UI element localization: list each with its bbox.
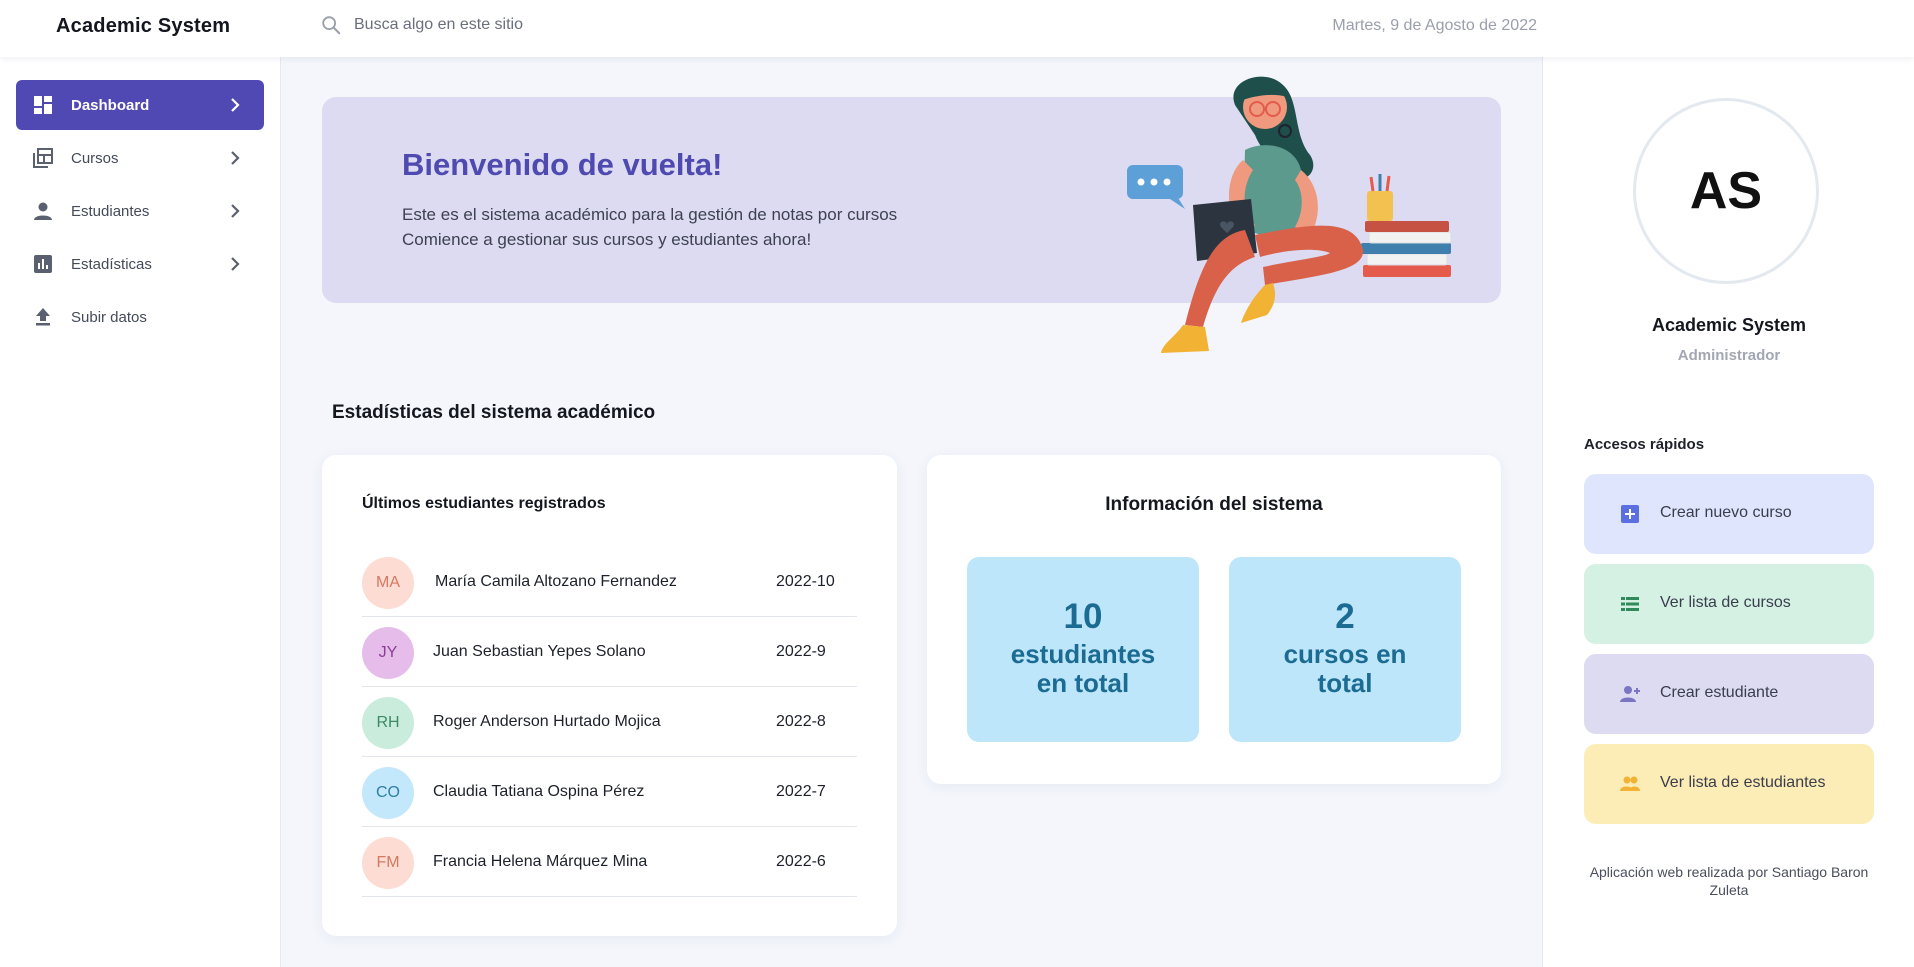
table-row[interactable]: JY Juan Sebastian Yepes Solano 2022-9 [362, 617, 857, 687]
welcome-title: Bienvenido de vuelta! [402, 147, 723, 182]
quick-access-label: Ver lista de estudiantes [1660, 774, 1826, 791]
quick-access-label: Crear nuevo curso [1660, 504, 1792, 521]
sidebar-item-estadisticas[interactable]: Estadísticas [16, 239, 264, 289]
group-icon [1620, 776, 1640, 791]
create-course-button[interactable]: Crear nuevo curso [1584, 474, 1874, 554]
bar-chart-icon [34, 255, 52, 273]
quick-access-title: Accesos rápidos [1584, 436, 1705, 453]
footer-credit: Aplicación web realizada por Santiago Ba… [1589, 864, 1869, 898]
sidebar-item-label: Dashboard [71, 96, 150, 114]
app-brand[interactable]: Academic System [56, 15, 230, 38]
current-date: Martes, 9 de Agosto de 2022 [1332, 17, 1537, 34]
sidebar-item-label: Cursos [71, 149, 119, 167]
student-period: 2022-7 [776, 783, 826, 800]
welcome-line-2: Comience a gestionar sus cursos y estudi… [402, 230, 812, 249]
sidebar-item-cursos[interactable]: Cursos [16, 133, 264, 183]
student-illustration [1127, 76, 1452, 353]
student-period: 2022-6 [776, 853, 826, 870]
avatar[interactable]: AS [1633, 98, 1819, 284]
student-name: Juan Sebastian Yepes Solano [433, 643, 646, 660]
table-row[interactable]: CO Claudia Tatiana Ospina Pérez 2022-7 [362, 757, 857, 827]
chevron-right-icon [231, 98, 240, 112]
search-bar[interactable]: Busca algo en este sitio [320, 14, 523, 36]
profile-role: Administrador [1677, 347, 1781, 364]
system-info-title: Información del sistema [1105, 494, 1323, 515]
welcome-text: Este es el sistema académico para la ges… [402, 202, 897, 252]
sidebar-item-label: Subir datos [71, 308, 147, 326]
add-person-icon [1620, 686, 1640, 702]
avatar: JY [362, 627, 414, 679]
upload-icon [36, 308, 50, 326]
chevron-right-icon [231, 257, 240, 271]
courses-label-line-1: cursos en [1283, 639, 1407, 669]
student-name: Claudia Tatiana Ospina Pérez [433, 783, 645, 800]
person-icon [34, 202, 52, 220]
quick-access-label: Crear estudiante [1660, 684, 1779, 701]
chevron-right-icon [231, 151, 240, 165]
student-period: 2022-9 [776, 643, 826, 660]
courses-icon [33, 148, 53, 168]
courses-label: cursos en total [1229, 640, 1461, 698]
sidebar-item-label: Estudiantes [71, 202, 150, 220]
search-icon [322, 16, 341, 35]
student-name: Roger Anderson Hurtado Mojica [433, 713, 661, 730]
students-label-line-1: estudiantes [1010, 639, 1156, 669]
dashboard-icon [34, 96, 52, 114]
sidebar-item-subir-datos[interactable]: Subir datos [16, 292, 264, 342]
student-period: 2022-8 [776, 713, 826, 730]
sidebar: Dashboard Cursos Estudiantes Estadística… [0, 57, 281, 967]
add-box-icon [1621, 505, 1639, 523]
sidebar-item-dashboard[interactable]: Dashboard [16, 80, 264, 130]
courses-count: 2 [1335, 597, 1355, 636]
students-label: estudiantes en total [967, 640, 1199, 698]
stats-section-title: Estadísticas del sistema académico [332, 402, 656, 423]
courses-total-box: 2 cursos en total [1229, 557, 1461, 742]
profile-name: Academic System [1651, 315, 1807, 335]
sidebar-item-estudiantes[interactable]: Estudiantes [16, 186, 264, 236]
system-info-card: Información del sistema 10 estudiantes e… [927, 455, 1501, 784]
students-total-box: 10 estudiantes en total [967, 557, 1199, 742]
student-list-button[interactable]: Ver lista de estudiantes [1584, 744, 1874, 824]
student-name: María Camila Altozano Fernandez [435, 573, 677, 590]
student-period: 2022-10 [776, 573, 835, 590]
avatar: RH [362, 697, 414, 749]
welcome-line-1: Este es el sistema académico para la ges… [402, 205, 898, 224]
course-list-button[interactable]: Ver lista de cursos [1584, 564, 1874, 644]
search-input[interactable]: Busca algo en este sitio [354, 16, 523, 34]
avatar: CO [362, 767, 414, 819]
chevron-right-icon [231, 204, 240, 218]
avatar: FM [362, 837, 414, 889]
list-icon [1621, 597, 1639, 611]
table-row[interactable]: MA María Camila Altozano Fernandez 2022-… [362, 547, 857, 617]
courses-label-line-2: total [1317, 668, 1373, 698]
table-row[interactable]: FM Francia Helena Márquez Mina 2022-6 [362, 827, 857, 897]
profile-panel: AS Academic System Administrador Accesos… [1542, 57, 1914, 967]
create-student-button[interactable]: Crear estudiante [1584, 654, 1874, 734]
sidebar-item-label: Estadísticas [71, 255, 152, 273]
latest-students-title: Últimos estudiantes registrados [362, 495, 606, 512]
quick-access-label: Ver lista de cursos [1660, 594, 1791, 611]
students-count: 10 [1063, 597, 1103, 636]
top-bar: Academic System Busca algo en este sitio… [0, 0, 1914, 57]
table-row[interactable]: RH Roger Anderson Hurtado Mojica 2022-8 [362, 687, 857, 757]
latest-students-card: Últimos estudiantes registrados MA María… [322, 455, 897, 936]
students-label-line-2: en total [1036, 668, 1130, 698]
avatar: MA [362, 557, 414, 609]
student-name: Francia Helena Márquez Mina [433, 853, 648, 870]
